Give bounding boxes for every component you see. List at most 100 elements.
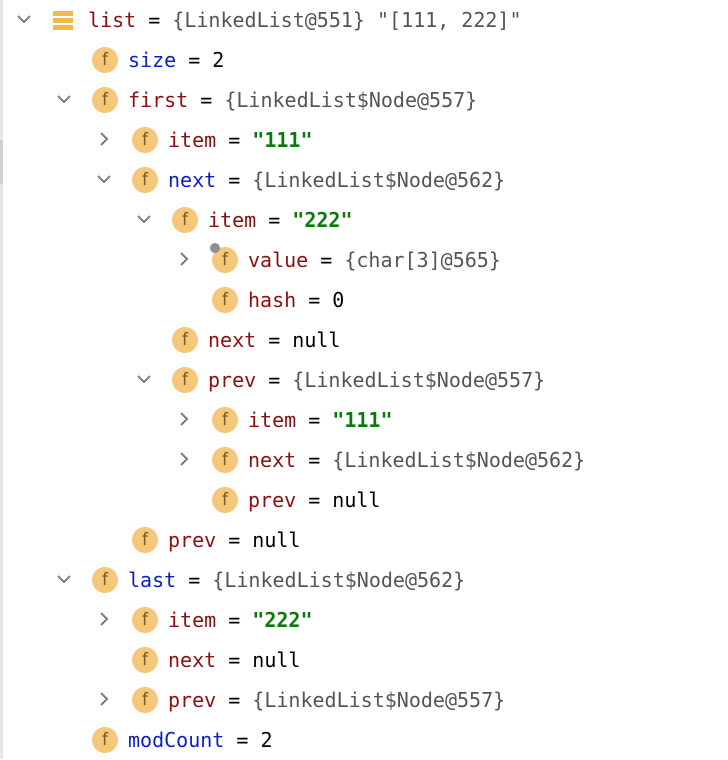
variable-name: size (128, 48, 177, 72)
tree-row-item[interactable]: f item = "111" (0, 120, 728, 160)
field-icon: f (132, 607, 158, 633)
chevron-right-icon[interactable] (177, 252, 191, 266)
variable-name: prev (168, 528, 217, 552)
equals-sign: = (188, 88, 225, 112)
tree-row-size[interactable]: f size = 2 (0, 40, 728, 80)
variable-name: item (168, 128, 217, 152)
tree-row-next[interactable]: f next = null (0, 640, 728, 680)
equals-sign: = (296, 408, 333, 432)
variable-text: size = 2 (128, 40, 224, 80)
field-icon: f (92, 87, 118, 113)
chevron-right-icon[interactable] (177, 412, 191, 426)
variable-text: prev = {LinkedList$Node@557} (168, 680, 505, 720)
variable-name: first (128, 88, 189, 112)
variable-value: "222" (292, 208, 353, 232)
variable-value: "111" (252, 128, 313, 152)
chevron-down-icon[interactable] (57, 572, 71, 586)
variable-name: next (168, 648, 217, 672)
tree-row-prev[interactable]: f prev = null (0, 520, 728, 560)
variable-text: item = "111" (248, 400, 393, 440)
variable-name: next (168, 168, 217, 192)
variable-name: list (88, 8, 137, 32)
variable-value: null (292, 328, 341, 352)
variable-name: modCount (128, 728, 225, 752)
field-icon: f (212, 447, 238, 473)
variable-text: first = {LinkedList$Node@557} (128, 80, 477, 120)
variable-text: last = {LinkedList$Node@562} (128, 560, 465, 600)
field-icon: f (212, 487, 238, 513)
tree-row-prev[interactable]: f prev = null (0, 480, 728, 520)
variable-value: "111" (332, 408, 393, 432)
variable-value: null (252, 648, 301, 672)
variable-text: next = {LinkedList$Node@562} (168, 160, 505, 200)
variable-value: {LinkedList$Node@562} (252, 168, 506, 192)
field-icon: f (212, 287, 238, 313)
final-badge-icon (210, 243, 220, 253)
list-icon (52, 9, 74, 31)
field-icon: f (92, 567, 118, 593)
chevron-down-icon[interactable] (97, 172, 111, 186)
variable-name: next (208, 328, 257, 352)
variable-text: list = {LinkedList@551} "[111, 222]" (88, 0, 522, 40)
variable-text: item = "111" (168, 120, 313, 160)
variable-name: prev (248, 488, 297, 512)
variable-value: null (332, 488, 381, 512)
variable-text: modCount = 2 (128, 720, 273, 760)
tree-row-prev[interactable]: f prev = {LinkedList$Node@557} (0, 360, 728, 400)
tree-row-next[interactable]: f next = null (0, 320, 728, 360)
tree-row-first[interactable]: f first = {LinkedList$Node@557} (0, 80, 728, 120)
debugger-variables-tree[interactable]: list = {LinkedList@551} "[111, 222]" f siz… (0, 0, 728, 760)
variable-text: prev = null (248, 480, 380, 520)
tree-row-item[interactable]: f item = "222" (0, 600, 728, 640)
equals-sign: = (256, 208, 293, 232)
variable-text: next = {LinkedList$Node@562} (248, 440, 585, 480)
variable-text: prev = null (168, 520, 300, 560)
variable-value: {LinkedList$Node@557} (292, 368, 546, 392)
equals-sign: = (216, 648, 253, 672)
chevron-down-icon[interactable] (17, 12, 31, 26)
field-icon: f (132, 127, 158, 153)
tree-row-item[interactable]: f item = "111" (0, 400, 728, 440)
equals-sign: = (296, 448, 333, 472)
chevron-right-icon[interactable] (97, 612, 111, 626)
variable-text: hash = 0 (248, 280, 344, 320)
chevron-down-icon[interactable] (137, 372, 151, 386)
tree-row-modcount[interactable]: f modCount = 2 (0, 720, 728, 760)
variable-name: value (248, 248, 309, 272)
chevron-right-icon[interactable] (97, 692, 111, 706)
variable-name: next (248, 448, 297, 472)
tree-row-next[interactable]: f next = {LinkedList$Node@562} (0, 440, 728, 480)
variable-name: item (248, 408, 297, 432)
tree-row-last[interactable]: f last = {LinkedList$Node@562} (0, 560, 728, 600)
chevron-down-icon[interactable] (137, 212, 151, 226)
tree-row-prev[interactable]: f prev = {LinkedList$Node@557} (0, 680, 728, 720)
variable-name: item (208, 208, 257, 232)
equals-sign: = (256, 328, 293, 352)
variable-value: null (252, 528, 301, 552)
variable-value: {LinkedList$Node@562} (332, 448, 586, 472)
variable-value: 0 (332, 288, 345, 312)
field-icon: f (132, 687, 158, 713)
variable-name: prev (168, 688, 217, 712)
chevron-down-icon[interactable] (57, 92, 71, 106)
equals-sign: = (176, 568, 213, 592)
tree-row-value[interactable]: f value = {char[3]@565} (0, 240, 728, 280)
chevron-right-icon[interactable] (97, 132, 111, 146)
tree-row-next[interactable]: f next = {LinkedList$Node@562} (0, 160, 728, 200)
variable-value: "222" (252, 608, 313, 632)
equals-sign: = (216, 528, 253, 552)
equals-sign: = (308, 248, 345, 272)
tree-row-list[interactable]: list = {LinkedList@551} "[111, 222]" (0, 0, 728, 40)
field-icon: f (132, 527, 158, 553)
field-icon: f (212, 407, 238, 433)
field-icon: f (132, 167, 158, 193)
equals-sign: = (296, 488, 333, 512)
variable-value: {char[3]@565} (344, 248, 501, 272)
equals-sign: = (256, 368, 293, 392)
field-icon: f (92, 727, 118, 753)
variable-text: next = null (168, 640, 300, 680)
chevron-right-icon[interactable] (177, 452, 191, 466)
variable-name: hash (248, 288, 297, 312)
tree-row-item[interactable]: f item = "222" (0, 200, 728, 240)
tree-row-hash[interactable]: f hash = 0 (0, 280, 728, 320)
